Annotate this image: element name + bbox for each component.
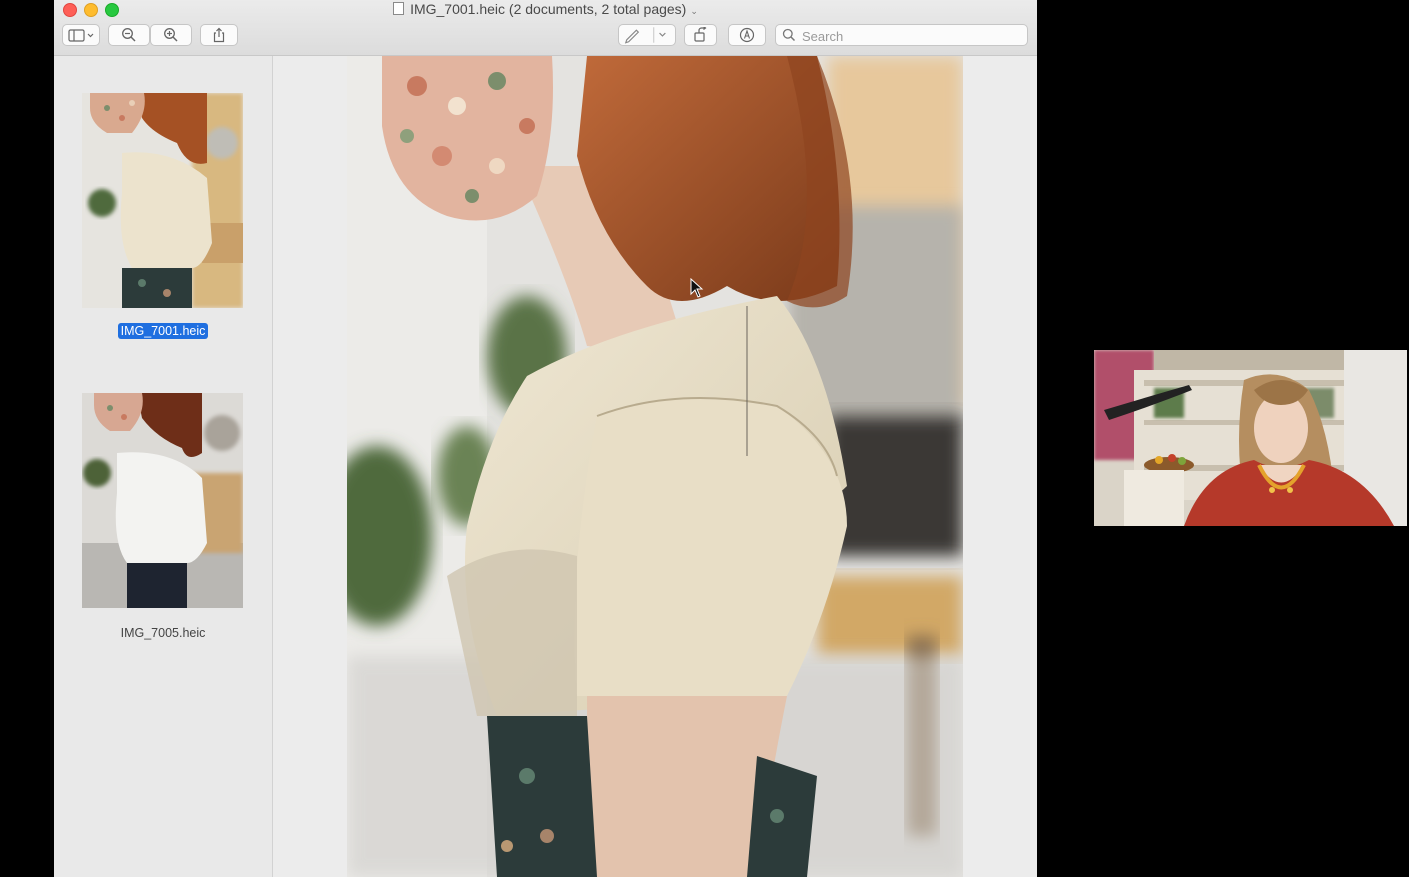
share-button[interactable] <box>200 24 238 46</box>
chevron-down-icon: ⌄ <box>690 6 698 16</box>
markup-icon <box>739 27 755 43</box>
zoom-in-icon <box>164 28 178 42</box>
preview-window: IMG_7001.heic (2 documents, 2 total page… <box>54 0 1037 877</box>
thumbnail-img-7005[interactable] <box>82 393 243 608</box>
rotate-button[interactable] <box>684 24 717 46</box>
sidebar-icon <box>68 29 94 42</box>
photo-image <box>347 56 963 877</box>
window-title-text: IMG_7001.heic (2 documents, 2 total page… <box>410 1 687 17</box>
document-view[interactable] <box>273 56 1037 877</box>
thumbnail-label[interactable]: IMG_7001.heic <box>54 323 272 339</box>
thumbnail-image <box>82 93 243 308</box>
webcam-video <box>1094 350 1407 526</box>
webcam-overlay <box>1094 350 1407 526</box>
search-field[interactable] <box>775 24 1028 46</box>
thumbnail-label[interactable]: IMG_7005.heic <box>54 626 272 640</box>
markup-pen-button[interactable] <box>618 24 676 46</box>
zoom-out-button[interactable] <box>108 24 150 46</box>
sidebar-toggle-button[interactable] <box>62 24 100 46</box>
thumbnail-sidebar[interactable]: IMG_7001.heic IMG_7005.heic <box>54 56 273 877</box>
thumbnail-image <box>82 393 243 608</box>
zoom-out-icon <box>122 28 136 42</box>
zoom-in-button[interactable] <box>150 24 192 46</box>
share-icon <box>213 27 225 43</box>
thumbnail-img-7001[interactable] <box>82 93 243 308</box>
main-photo <box>347 56 963 877</box>
mouse-cursor <box>690 278 704 298</box>
title-bar: IMG_7001.heic (2 documents, 2 total page… <box>54 0 1037 56</box>
markup-toolbar-button[interactable] <box>728 24 766 46</box>
pen-icon <box>624 27 666 44</box>
search-input[interactable] <box>800 26 1024 46</box>
window-title[interactable]: IMG_7001.heic (2 documents, 2 total page… <box>54 1 1037 17</box>
document-icon <box>393 2 405 15</box>
search-icon <box>782 28 796 42</box>
rotate-icon <box>693 27 706 42</box>
